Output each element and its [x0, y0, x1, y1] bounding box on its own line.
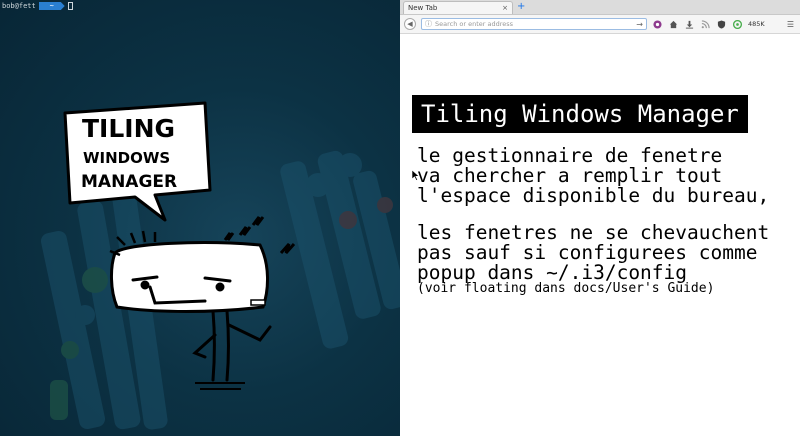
menu-icon[interactable]: ☰ — [785, 19, 796, 30]
page-content: Tiling Windows Manager le gestionnaire d… — [400, 35, 800, 436]
para1-line1: le gestionnaire de fenetre — [417, 144, 723, 167]
para2-line1: les fenetres ne se chevauchent — [417, 221, 770, 244]
terminal-pane[interactable]: bob@fett ~ TILING WINDOWS MANAGER — [0, 0, 400, 436]
slide-title: Tiling Windows Manager — [412, 95, 748, 133]
close-tab-icon[interactable]: × — [502, 4, 508, 12]
shield-icon[interactable] — [716, 19, 727, 30]
prompt-arrow: ~ — [38, 2, 65, 10]
tab-bar: New Tab × + — [400, 0, 800, 15]
url-bar[interactable]: ⓘ Search or enter address → — [421, 18, 647, 30]
para2-line3: popup dans ~/.i3/config — [417, 261, 688, 284]
note-line: (voir floating dans docs/User's Guide) — [417, 281, 715, 296]
para1-line3: l'espace disponible du bureau, — [417, 184, 770, 207]
pocket-icon[interactable] — [652, 19, 663, 30]
download-icon[interactable] — [684, 19, 695, 30]
bubble-line-manager: MANAGER — [81, 172, 177, 192]
back-icon[interactable]: ◀ — [404, 18, 416, 30]
para1-line2: va chercher a remplir tout — [417, 164, 723, 187]
bubble-line-windows: WINDOWS — [83, 149, 170, 167]
reload-icon[interactable]: → — [636, 20, 643, 29]
home-icon[interactable] — [668, 19, 679, 30]
tab-title: New Tab — [408, 4, 438, 12]
navigation-toolbar: ◀ ⓘ Search or enter address → 485K ☰ — [400, 15, 800, 34]
browser-window: New Tab × + ◀ ⓘ Search or enter address … — [400, 0, 800, 436]
para2-line2: pas sauf si configurees comme — [417, 241, 758, 264]
terminal-prompt: bob@fett ~ — [2, 1, 73, 11]
info-icon[interactable]: ⓘ — [425, 19, 432, 29]
bubble-line-tiling: TILING — [82, 114, 175, 143]
tiling-cartoon-illustration: TILING WINDOWS MANAGER — [63, 101, 296, 390]
new-tab-icon[interactable]: + — [517, 2, 525, 12]
prompt-user: bob@fett — [2, 2, 36, 10]
mouse-cursor-icon — [412, 170, 420, 181]
url-input[interactable]: Search or enter address — [435, 20, 633, 28]
tab-new-tab[interactable]: New Tab × — [403, 1, 513, 14]
addon-icon[interactable] — [732, 19, 743, 30]
rss-icon[interactable] — [700, 19, 711, 30]
counter-badge: 485K — [748, 20, 765, 28]
terminal-cursor — [67, 2, 73, 10]
